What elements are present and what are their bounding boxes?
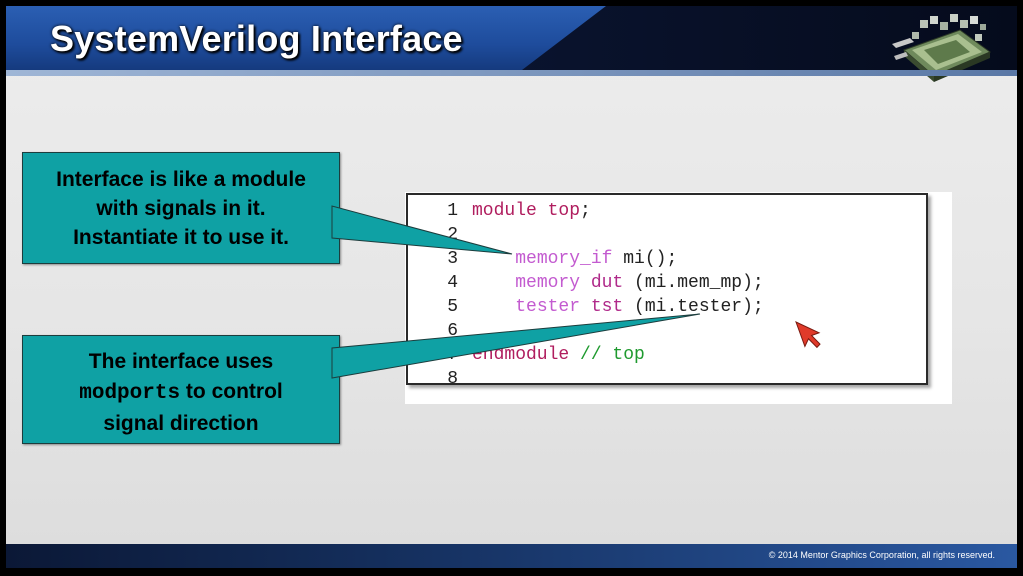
code-line-3: 3 memory_if mi(); bbox=[408, 247, 677, 271]
code-line-7: 7 endmodule // top bbox=[408, 343, 645, 367]
line-number: 8 bbox=[447, 369, 458, 389]
line-number: 5 bbox=[447, 297, 458, 317]
copyright-text: © 2014 Mentor Graphics Corporation, all … bbox=[768, 550, 995, 560]
slide: SystemVerilog Interface Interface is lik… bbox=[6, 6, 1017, 568]
code-line-6: 6 bbox=[408, 319, 472, 343]
chip-logo-icon bbox=[890, 10, 994, 90]
code-line-4: 4 memory dut (mi.mem_mp); bbox=[408, 271, 764, 295]
header-bar: SystemVerilog Interface bbox=[6, 6, 1017, 82]
code-listing: 1 module top; 2 3 memory_if mi(); 4 memor… bbox=[406, 193, 928, 389]
page-title: SystemVerilog Interface bbox=[50, 18, 463, 59]
callout-text-line: modports to control bbox=[23, 377, 339, 409]
line-number: 7 bbox=[447, 345, 458, 365]
callout-text-line: Instantiate it to use it. bbox=[73, 226, 289, 249]
callout-text-fragment: to control bbox=[180, 380, 283, 403]
line-number: 4 bbox=[447, 273, 458, 293]
code-line-8: 8 bbox=[408, 367, 472, 391]
footer-bar: © 2014 Mentor Graphics Corporation, all … bbox=[6, 544, 1017, 568]
callout-modports: The interface uses modports to control s… bbox=[22, 335, 340, 444]
callout-text-line: Interface is like a module bbox=[56, 168, 306, 191]
line-number: 6 bbox=[447, 321, 458, 341]
callout-text-line: signal direction bbox=[103, 412, 259, 435]
callout-text-line: The interface uses bbox=[88, 350, 274, 373]
modports-keyword: modports bbox=[79, 382, 181, 405]
line-number: 2 bbox=[447, 225, 458, 245]
callout-interface-module: Interface is like a module with signals … bbox=[22, 152, 340, 264]
line-number: 3 bbox=[447, 249, 458, 269]
code-line-2: 2 bbox=[408, 223, 472, 247]
code-line-5: 5 tester tst (mi.tester); bbox=[408, 295, 764, 319]
code-line-1: 1 module top; bbox=[408, 199, 591, 223]
header-underline bbox=[6, 70, 1017, 76]
callout-text-line: with signals in it. bbox=[96, 197, 266, 220]
line-number: 1 bbox=[447, 201, 458, 221]
